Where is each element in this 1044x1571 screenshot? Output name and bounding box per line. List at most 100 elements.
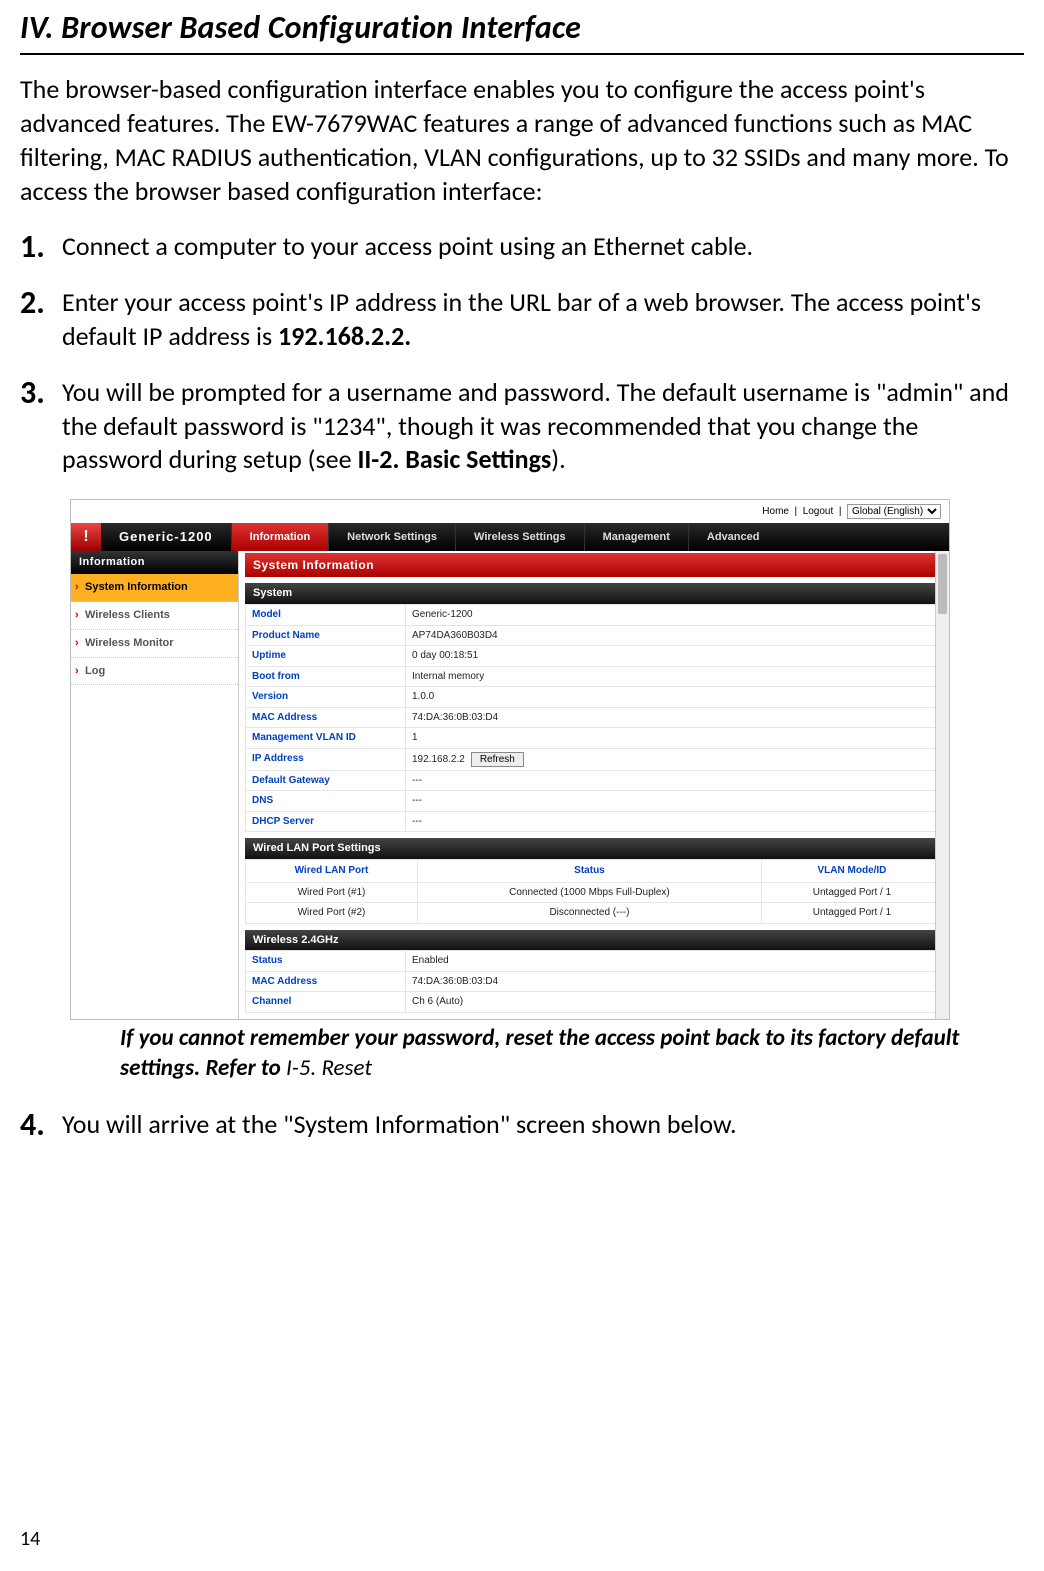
v-wl-status: Enabled xyxy=(406,951,943,972)
lan-th-port: Wired LAN Port xyxy=(246,860,418,883)
sidebar-item-log[interactable]: Log xyxy=(71,658,238,686)
v-dhcp: --- xyxy=(406,811,943,832)
step-2-text-a: Enter your access point's IP address in … xyxy=(62,286,981,352)
table-row: Version1.0.0 xyxy=(246,687,943,708)
v-uptime: 0 day 00:18:51 xyxy=(406,646,943,667)
shot-topbar: Home | Logout | Global (English) xyxy=(71,500,949,523)
table-row: Wired Port (#2) Disconnected (---) Untag… xyxy=(246,903,943,924)
scrollbar-thumb[interactable] xyxy=(938,554,947,614)
table-row: MAC Address74:DA:36:0B:03:D4 xyxy=(246,707,943,728)
page-number: 14 xyxy=(20,1526,40,1553)
table-row: ChannelCh 6 (Auto) xyxy=(246,992,943,1013)
step-4: You will arrive at the "System Informati… xyxy=(20,1108,1024,1142)
note-text: If you cannot remember your password, re… xyxy=(120,1024,959,1082)
table-row: Boot fromInternal memory xyxy=(246,666,943,687)
k-ip: IP Address xyxy=(246,748,406,770)
sidebar-heading: Information xyxy=(71,551,238,574)
subhead-system: System xyxy=(245,583,943,604)
k-wl-status: Status xyxy=(246,951,406,972)
lan-port-1: Wired Port (#1) xyxy=(246,882,418,903)
v-version: 1.0.0 xyxy=(406,687,943,708)
nav-tab-advanced[interactable]: Advanced xyxy=(688,523,778,551)
step-2-ip: 192.168.2.2. xyxy=(278,320,411,352)
alert-icon: ! xyxy=(71,523,101,551)
system-table: ModelGeneric-1200 Product NameAP74DA360B… xyxy=(245,604,943,832)
step-3-ref: II-2. Basic Settings xyxy=(357,443,551,475)
k-model: Model xyxy=(246,605,406,626)
wireless-table: StatusEnabled MAC Address74:DA:36:0B:03:… xyxy=(245,950,943,1013)
v-wl-channel: Ch 6 (Auto) xyxy=(406,992,943,1013)
k-dns: DNS xyxy=(246,791,406,812)
v-wl-mac: 74:DA:36:0B:03:D4 xyxy=(406,971,943,992)
intro-paragraph: The browser-based configuration interfac… xyxy=(20,73,1024,208)
k-product-name: Product Name xyxy=(246,625,406,646)
shot-brandnav: ! Generic-1200 Information Network Setti… xyxy=(71,523,949,551)
k-wl-mac: MAC Address xyxy=(246,971,406,992)
k-vlan-id: Management VLAN ID xyxy=(246,728,406,749)
main-nav: Information Network Settings Wireless Se… xyxy=(231,523,949,551)
scrollbar[interactable] xyxy=(935,551,949,1019)
lan-th-vlan: VLAN Mode/ID xyxy=(761,860,942,883)
table-row: StatusEnabled xyxy=(246,951,943,972)
section-heading: IV. Browser Based Configuration Interfac… xyxy=(20,0,1024,55)
nav-tab-management[interactable]: Management xyxy=(584,523,688,551)
v-dns: --- xyxy=(406,791,943,812)
step-1-text: Connect a computer to your access point … xyxy=(62,230,753,262)
v-vlan-id: 1 xyxy=(406,728,943,749)
shot-body: Information System Information Wireless … xyxy=(71,551,949,1019)
table-row: ModelGeneric-1200 xyxy=(246,605,943,626)
table-row: DNS--- xyxy=(246,791,943,812)
note-ref: I-5. Reset xyxy=(286,1054,372,1082)
step-2: Enter your access point's IP address in … xyxy=(20,286,1024,354)
embedded-screenshot: Home | Logout | Global (English) ! Gener… xyxy=(70,499,950,1020)
k-mac: MAC Address xyxy=(246,707,406,728)
main-panel: System Information System ModelGeneric-1… xyxy=(239,551,949,1019)
table-row: Product NameAP74DA360B03D4 xyxy=(246,625,943,646)
table-row: Management VLAN ID1 xyxy=(246,728,943,749)
lan-th-status: Status xyxy=(417,860,761,883)
lan-vlan-2: Untagged Port / 1 xyxy=(761,903,942,924)
table-row: DHCP Server--- xyxy=(246,811,943,832)
logout-link[interactable]: Logout xyxy=(803,506,834,517)
refresh-button[interactable]: Refresh xyxy=(471,752,524,767)
k-uptime: Uptime xyxy=(246,646,406,667)
sidebar-item-wireless-clients[interactable]: Wireless Clients xyxy=(71,602,238,630)
table-row: MAC Address74:DA:36:0B:03:D4 xyxy=(246,971,943,992)
subhead-lan: Wired LAN Port Settings xyxy=(245,838,943,859)
nav-tab-information[interactable]: Information xyxy=(231,523,329,551)
nav-tab-wireless-settings[interactable]: Wireless Settings xyxy=(455,523,584,551)
v-model: Generic-1200 xyxy=(406,605,943,626)
lan-vlan-1: Untagged Port / 1 xyxy=(761,882,942,903)
password-reset-note: If you cannot remember your password, re… xyxy=(20,1022,1024,1084)
table-row: IP Address 192.168.2.2 Refresh xyxy=(246,748,943,770)
sidebar-item-system-information[interactable]: System Information xyxy=(71,574,238,602)
v-mac: 74:DA:36:0B:03:D4 xyxy=(406,707,943,728)
nav-tab-network-settings[interactable]: Network Settings xyxy=(328,523,455,551)
home-link[interactable]: Home xyxy=(762,506,789,517)
step-4-text: You will arrive at the "System Informati… xyxy=(62,1108,737,1140)
sidebar: Information System Information Wireless … xyxy=(71,551,239,1019)
k-version: Version xyxy=(246,687,406,708)
step-3-text-c: ). xyxy=(551,443,565,475)
steps-list-continued: You will arrive at the "System Informati… xyxy=(20,1108,1024,1142)
steps-list: Connect a computer to your access point … xyxy=(20,230,1024,477)
panel-title: System Information xyxy=(245,553,943,577)
brand-label: Generic-1200 xyxy=(101,523,231,551)
step-1: Connect a computer to your access point … xyxy=(20,230,1024,264)
v-ip-cell: 192.168.2.2 Refresh xyxy=(406,748,943,770)
step-3: You will be prompted for a username and … xyxy=(20,376,1024,477)
table-row: Default Gateway--- xyxy=(246,770,943,791)
k-gateway: Default Gateway xyxy=(246,770,406,791)
v-ip: 192.168.2.2 xyxy=(412,754,465,765)
lan-table: Wired LAN Port Status VLAN Mode/ID Wired… xyxy=(245,859,943,924)
subhead-wireless-24: Wireless 2.4GHz xyxy=(245,930,943,951)
lan-status-2: Disconnected (---) xyxy=(417,903,761,924)
table-row: Wired Port (#1) Connected (1000 Mbps Ful… xyxy=(246,882,943,903)
language-select[interactable]: Global (English) xyxy=(847,504,941,519)
k-boot-from: Boot from xyxy=(246,666,406,687)
k-dhcp: DHCP Server xyxy=(246,811,406,832)
sidebar-item-wireless-monitor[interactable]: Wireless Monitor xyxy=(71,630,238,658)
v-gateway: --- xyxy=(406,770,943,791)
lan-status-1: Connected (1000 Mbps Full-Duplex) xyxy=(417,882,761,903)
v-product-name: AP74DA360B03D4 xyxy=(406,625,943,646)
